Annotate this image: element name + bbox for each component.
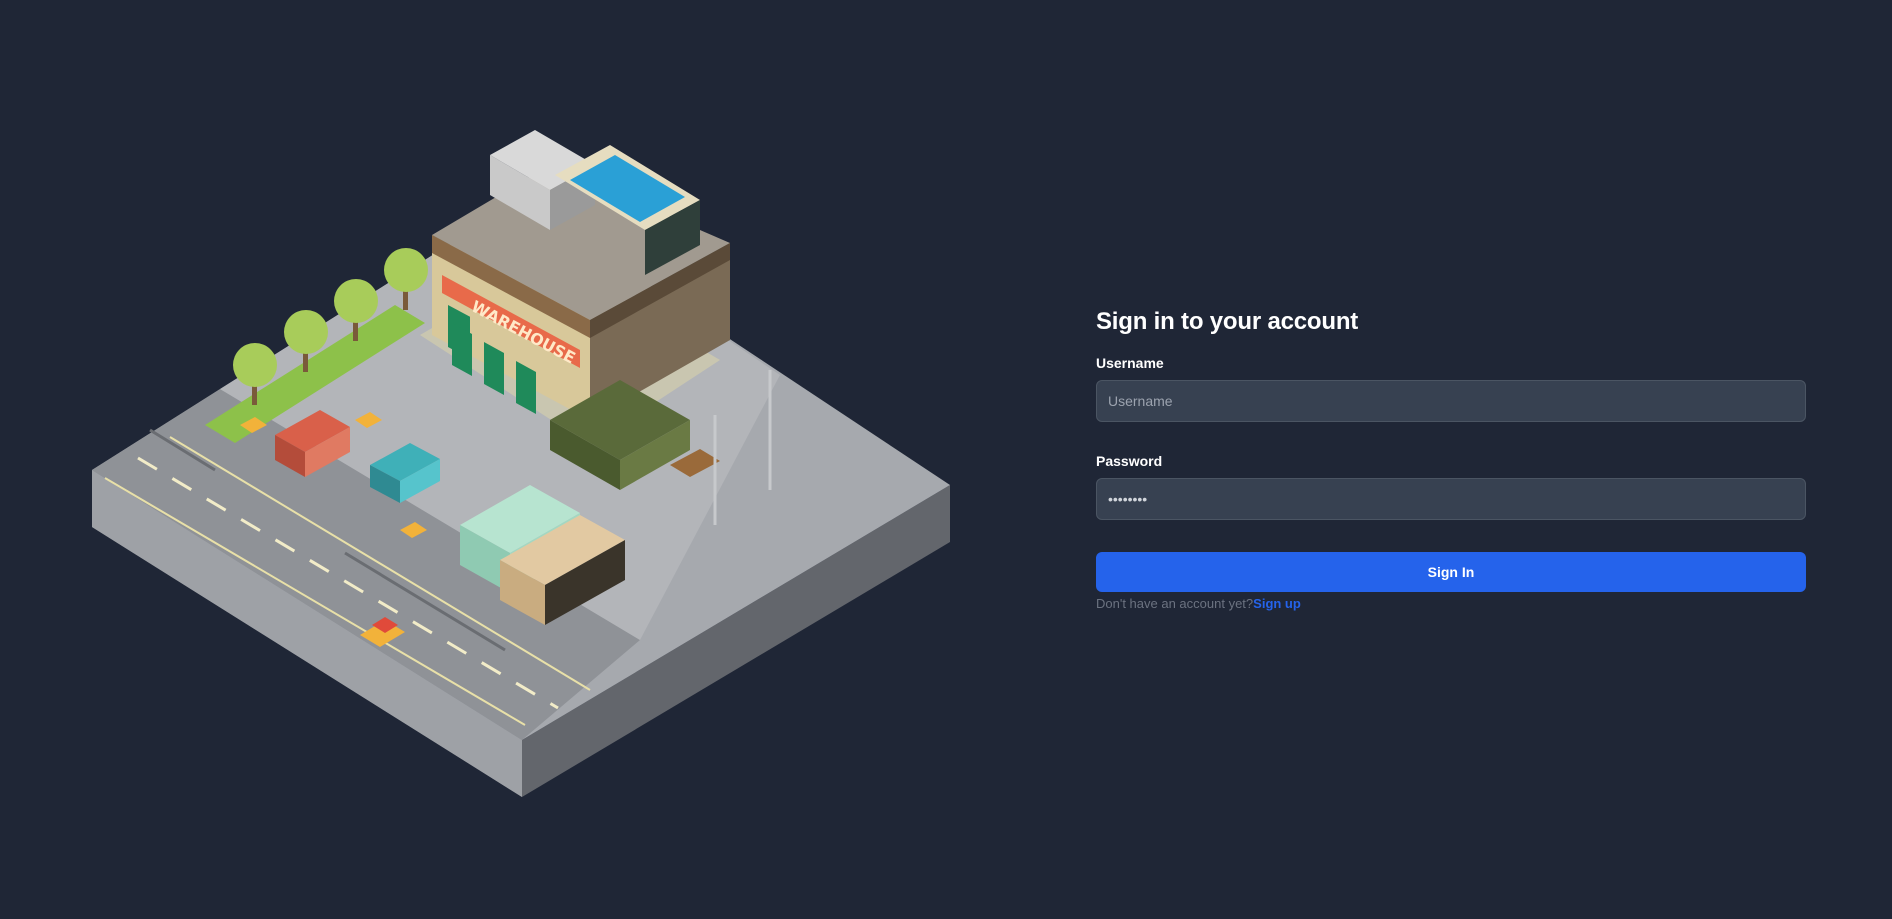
login-page: WAREHOUSE Sign in to your account Userna… [0,0,1892,919]
username-label: Username [1096,355,1164,371]
login-form: Sign in to your account Username Passwor… [1096,306,1806,613]
sign-up-link[interactable]: Sign up [1253,596,1301,611]
username-input[interactable] [1096,380,1806,422]
page-title: Sign in to your account [1096,308,1359,335]
signup-row: Don't have an account yet?Sign up [1096,595,1806,613]
password-input[interactable] [1096,478,1806,520]
sign-in-button[interactable]: Sign In [1096,552,1806,592]
password-label: Password [1096,453,1163,469]
warehouse-illustration: WAREHOUSE [92,130,950,797]
signup-prompt: Don't have an account yet? [1096,596,1254,611]
